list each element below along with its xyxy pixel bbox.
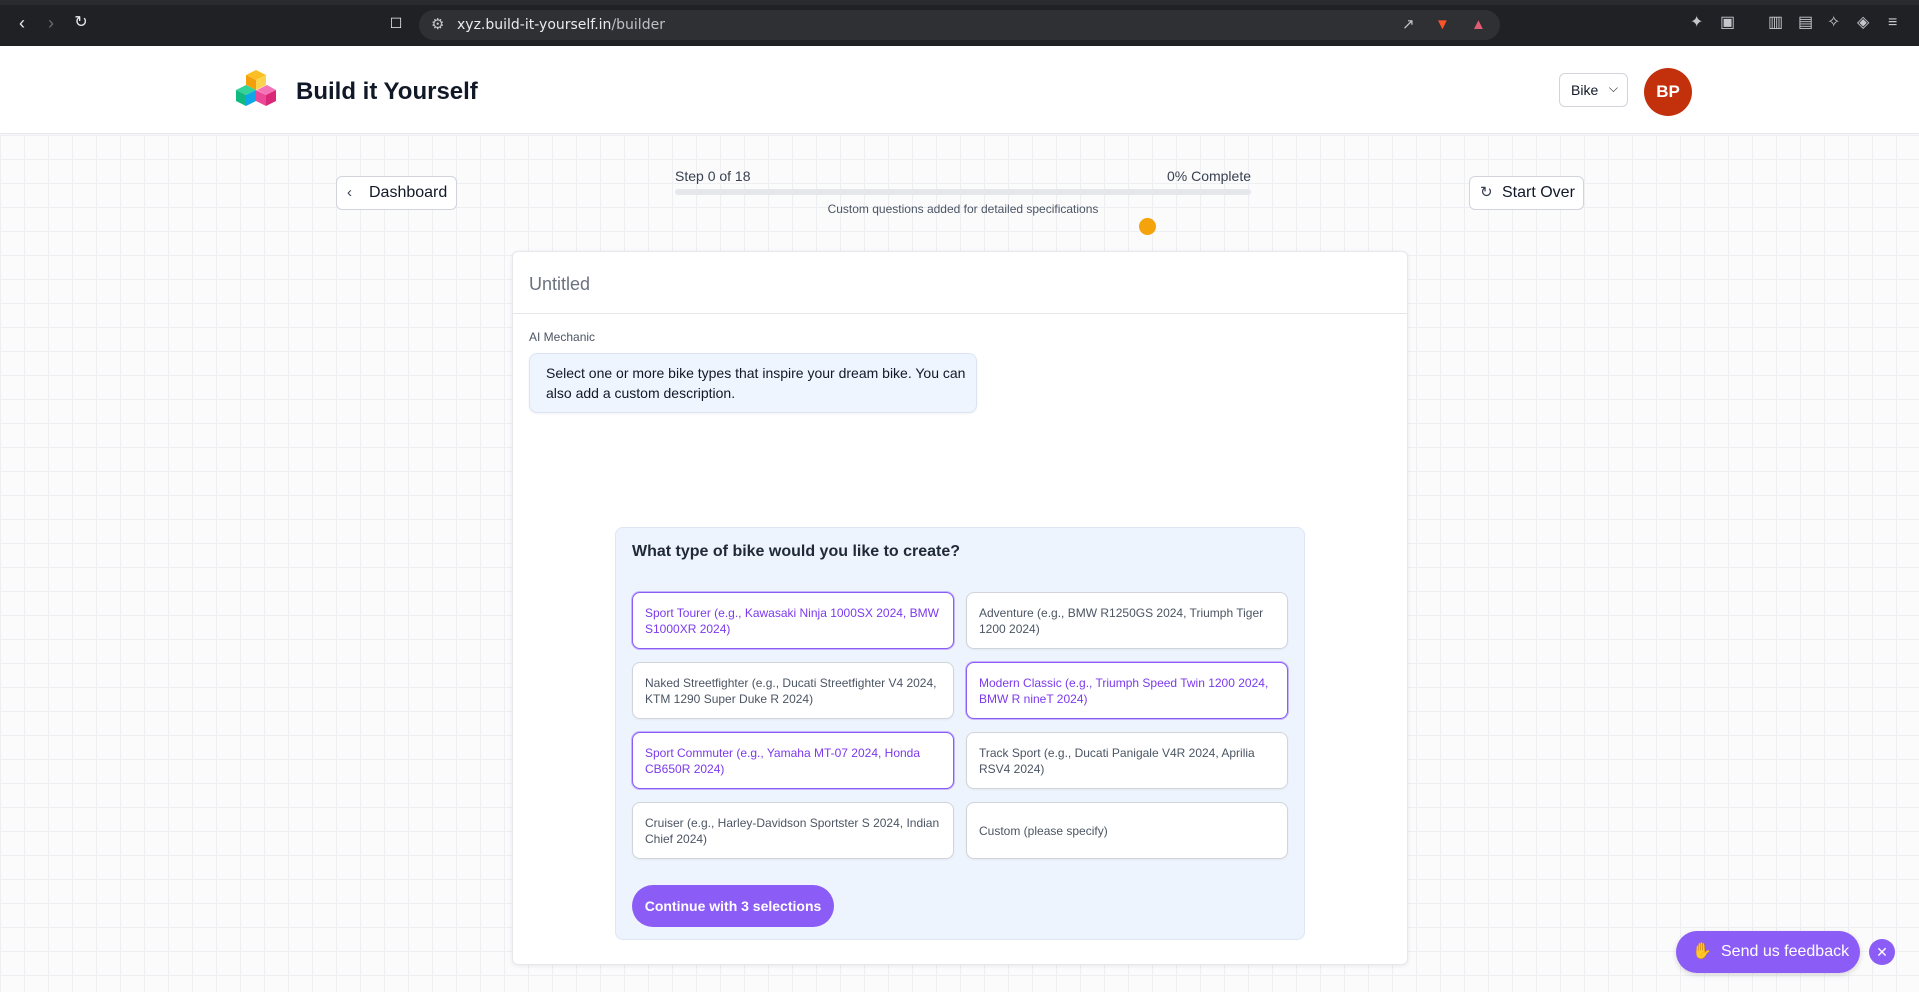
percent-complete: 0% Complete — [1166, 168, 1251, 184]
chevron-left-icon: ‹ — [347, 184, 352, 201]
refresh-icon: ↻ — [1480, 184, 1493, 201]
address-bar[interactable]: ⚙ xyz.build-it-yourself.in/builder ↗ ▼ ▲ — [419, 10, 1500, 40]
brave-shield-icon[interactable]: ▼ — [1435, 16, 1450, 34]
chat-message: Select one or more bike types that inspi… — [529, 353, 977, 413]
wallet-icon[interactable]: ▤ — [1798, 14, 1813, 32]
project-type-select[interactable]: Bike ⌵ — [1559, 73, 1628, 107]
start-over-button[interactable]: ↻ Start Over — [1469, 176, 1584, 210]
option-label: Sport Tourer (e.g., Kawasaki Ninja 1000S… — [645, 605, 939, 636]
tab-strip — [0, 0, 1919, 5]
option-label: Cruiser (e.g., Harley-Davidson Sportster… — [645, 815, 940, 846]
feedback-label: Send us feedback — [1721, 943, 1850, 960]
chevron-down-icon: ⌵ — [1608, 81, 1618, 95]
forward-icon[interactable]: › — [41, 13, 61, 33]
url-path: /builder — [611, 17, 665, 33]
close-feedback-icon[interactable]: ✕ — [1869, 939, 1895, 965]
option-modern-classic[interactable]: Modern Classic (e.g., Triumph Speed Twin… — [966, 662, 1288, 719]
menu-icon[interactable]: ≡ — [1888, 14, 1897, 32]
dashboard-label: Dashboard — [369, 184, 448, 201]
reload-icon[interactable]: ↻ — [71, 13, 91, 33]
rewards-icon[interactable]: ▲ — [1471, 16, 1486, 34]
brand-name[interactable]: Build it Yourself — [296, 78, 478, 106]
option-label: Track Sport (e.g., Ducati Panigale V4R 2… — [979, 745, 1255, 776]
bookmark-icon[interactable]: ☐ — [386, 13, 406, 33]
send-feedback-button[interactable]: ✋ Send us feedback — [1676, 931, 1860, 973]
question-prompt: What type of bike would you like to crea… — [632, 543, 961, 560]
option-naked-streetfighter[interactable]: Naked Streetfighter (e.g., Ducati Street… — [632, 662, 954, 719]
step-counter: Step 0 of 18 — [675, 168, 751, 184]
option-sport-tourer[interactable]: Sport Tourer (e.g., Kawasaki Ninja 1000S… — [632, 592, 954, 649]
progress-bar — [675, 189, 1251, 195]
start-over-label: Start Over — [1502, 184, 1575, 201]
app-header: Build it Yourself Bike ⌵ BP — [0, 46, 1919, 134]
progress-note: Custom questions added for detailed spec… — [827, 202, 1099, 216]
option-label: Custom (please specify) — [979, 823, 1108, 838]
message-sender: AI Mechanic — [529, 330, 596, 344]
option-label: Modern Classic (e.g., Triumph Speed Twin… — [979, 675, 1269, 706]
option-adventure[interactable]: Adventure (e.g., BMW R1250GS 2024, Trium… — [966, 592, 1288, 649]
option-label: Sport Commuter (e.g., Yamaha MT-07 2024,… — [645, 745, 921, 776]
progress-header: Step 0 of 18 0% Complete — [675, 168, 1251, 186]
browser-toolbar: ‹ › ↻ ☐ ⚙ xyz.build-it-yourself.in/build… — [0, 0, 1919, 46]
option-custom[interactable]: Custom (please specify) — [966, 802, 1288, 859]
url-text: xyz.build-it-yourself.in/builder — [457, 17, 665, 33]
leo-ai-icon[interactable]: ✧ — [1827, 14, 1840, 32]
user-avatar[interactable]: BP — [1644, 68, 1692, 116]
screenshot-icon[interactable]: ▣ — [1720, 14, 1735, 32]
vpn-icon[interactable]: ◈ — [1857, 14, 1869, 32]
site-info-icon[interactable]: ⚙ — [431, 16, 444, 34]
continue-button[interactable]: Continue with 3 selections — [632, 885, 834, 927]
option-cruiser[interactable]: Cruiser (e.g., Harley-Davidson Sportster… — [632, 802, 954, 859]
builder-card: Untitled AI Mechanic Select one or more … — [512, 251, 1408, 965]
project-type-value: Bike — [1571, 82, 1599, 98]
project-title[interactable]: Untitled — [513, 252, 1407, 314]
feedback-hand-icon: ✋ — [1692, 943, 1712, 960]
share-icon[interactable]: ↗ — [1402, 16, 1415, 34]
progress-section: Step 0 of 18 0% Complete Custom question… — [675, 168, 1251, 216]
option-label: Naked Streetfighter (e.g., Ducati Street… — [645, 675, 937, 706]
extensions-icon[interactable]: ✦ — [1690, 14, 1703, 32]
sidebar-icon[interactable]: ▥ — [1768, 14, 1783, 32]
option-track-sport[interactable]: Track Sport (e.g., Ducati Panigale V4R 2… — [966, 732, 1288, 789]
url-host: xyz.build-it-yourself.in — [457, 17, 612, 33]
question-panel: What type of bike would you like to crea… — [615, 527, 1305, 940]
option-label: Adventure (e.g., BMW R1250GS 2024, Trium… — [979, 605, 1264, 636]
dashboard-button[interactable]: ‹ Dashboard — [336, 176, 457, 210]
status-dot — [1139, 218, 1156, 235]
option-sport-commuter[interactable]: Sport Commuter (e.g., Yamaha MT-07 2024,… — [632, 732, 954, 789]
back-icon[interactable]: ‹ — [12, 13, 32, 33]
cube-logo-icon — [236, 70, 276, 106]
